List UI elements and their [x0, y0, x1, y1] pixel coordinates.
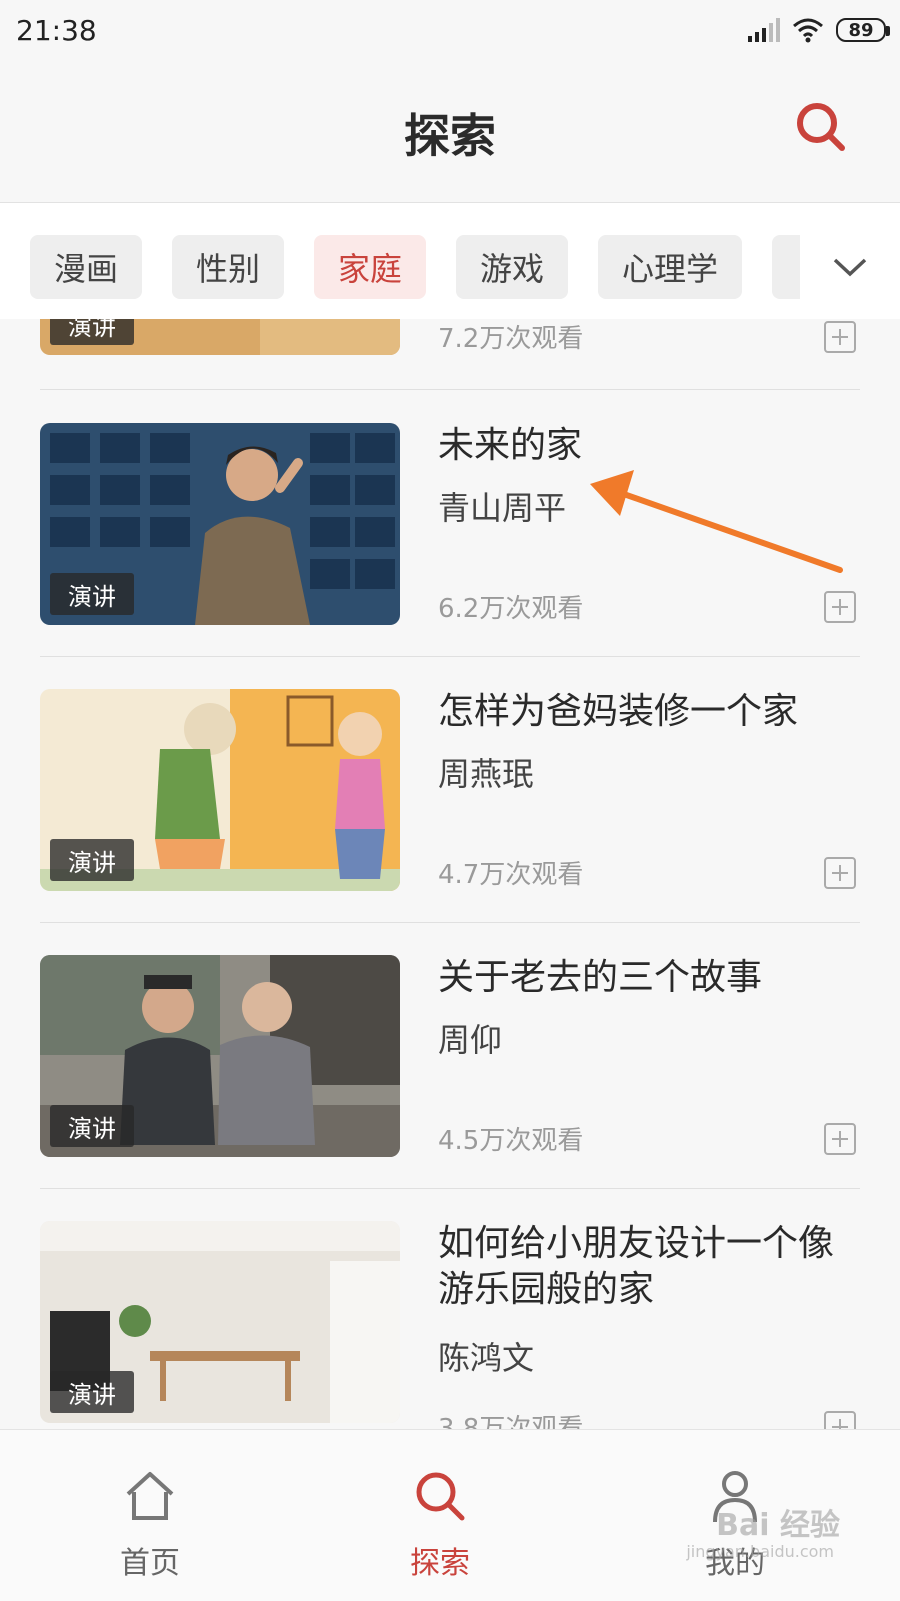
- list-item[interactable]: 演讲 未来的家 青山周平 6.2万次观看: [40, 423, 860, 625]
- wifi-icon: [793, 18, 823, 43]
- tab-xingbie[interactable]: 性别: [172, 235, 284, 299]
- divider: [40, 922, 860, 923]
- video-title[interactable]: 未来的家: [438, 423, 848, 469]
- search-icon: [797, 103, 845, 151]
- category-badge: 演讲: [50, 839, 134, 881]
- video-thumbnail[interactable]: 演讲: [40, 319, 400, 355]
- category-badge: 演讲: [50, 1371, 134, 1413]
- divider: [40, 1188, 860, 1189]
- list-item[interactable]: 演讲 7.2万次观看: [40, 319, 860, 355]
- speaker-name: 陈鸿文: [438, 1339, 535, 1377]
- search-icon: [416, 1472, 465, 1521]
- tab-label: 心理学: [621, 250, 718, 288]
- nav-explore[interactable]: 探索: [290, 1430, 590, 1601]
- add-button[interactable]: [824, 1411, 856, 1429]
- divider: [40, 656, 860, 657]
- category-tabs: 漫画 性别 家庭 游戏 心理学: [0, 203, 900, 319]
- tab-jiating[interactable]: 家庭: [314, 235, 426, 299]
- view-count: 3.8万次观看: [438, 1414, 584, 1429]
- video-thumbnail[interactable]: 演讲: [40, 1221, 400, 1423]
- list-item[interactable]: 演讲 怎样为爸妈装修一个家 周燕珉 4.7万次观看: [40, 689, 860, 891]
- video-thumbnail[interactable]: 演讲: [40, 423, 400, 625]
- view-count: 6.2万次观看: [438, 594, 584, 624]
- status-time: 21:38: [16, 14, 97, 47]
- signal-icon: [748, 18, 780, 42]
- category-badge: 演讲: [50, 573, 134, 615]
- top-bar: 探索: [0, 62, 900, 203]
- speaker-name: 周燕珉: [438, 755, 535, 793]
- page-title: 探索: [404, 109, 496, 163]
- nav-home[interactable]: 首页: [0, 1430, 300, 1601]
- video-thumbnail[interactable]: 演讲: [40, 689, 400, 891]
- watermark-url: jingyan.baidu.com: [686, 1542, 834, 1561]
- tab-label: 性别: [195, 250, 260, 288]
- search-button[interactable]: [792, 98, 852, 158]
- nav-label: 首页: [120, 1546, 180, 1581]
- divider: [40, 389, 860, 390]
- view-count: 7.2万次观看: [438, 324, 584, 354]
- battery-level: 89: [848, 19, 874, 41]
- video-feed: 演讲 7.2万次观看 演讲 未来的家 青山周平 6.2万次观看 演讲 怎样为爸妈…: [0, 319, 900, 1429]
- add-button[interactable]: [824, 321, 856, 353]
- category-badge: 演讲: [50, 1105, 134, 1147]
- list-item[interactable]: 演讲 关于老去的三个故事 周仰 4.5万次观看: [40, 955, 860, 1157]
- speaker-name: 周仰: [438, 1021, 503, 1059]
- tab-manhua[interactable]: 漫画: [30, 235, 142, 299]
- tab-label: 漫画: [53, 250, 118, 288]
- tab-label: 家庭: [337, 250, 402, 288]
- add-button[interactable]: [824, 591, 856, 623]
- tabs-expand-button[interactable]: [800, 227, 900, 307]
- video-title[interactable]: 如何给小朋友设计一个像游乐园般的家: [438, 1221, 848, 1313]
- video-thumbnail[interactable]: 演讲: [40, 955, 400, 1157]
- add-button[interactable]: [824, 857, 856, 889]
- category-badge: 演讲: [50, 319, 134, 345]
- status-icons: 89: [746, 14, 890, 46]
- watermark: Bai 经验: [716, 1508, 840, 1543]
- speaker-name: 青山周平: [438, 489, 567, 527]
- video-title[interactable]: 关于老去的三个故事: [438, 955, 848, 1001]
- view-count: 4.5万次观看: [438, 1126, 584, 1156]
- list-item[interactable]: 演讲 如何给小朋友设计一个像游乐园般的家 陈鸿文 3.8万次观看: [40, 1221, 860, 1429]
- nav-label: 探索: [410, 1546, 470, 1581]
- video-title[interactable]: 怎样为爸妈装修一个家: [438, 689, 848, 735]
- add-button[interactable]: [824, 1123, 856, 1155]
- view-count: 4.7万次观看: [438, 860, 584, 890]
- tab-xinlixue[interactable]: 心理学: [598, 235, 742, 299]
- battery-indicator: 89: [836, 18, 890, 42]
- status-bar: 21:38 89: [0, 0, 900, 62]
- tab-youxi[interactable]: 游戏: [456, 235, 568, 299]
- chevron-down-icon: [833, 258, 867, 277]
- home-icon: [126, 1472, 174, 1520]
- tab-label: 游戏: [479, 250, 544, 288]
